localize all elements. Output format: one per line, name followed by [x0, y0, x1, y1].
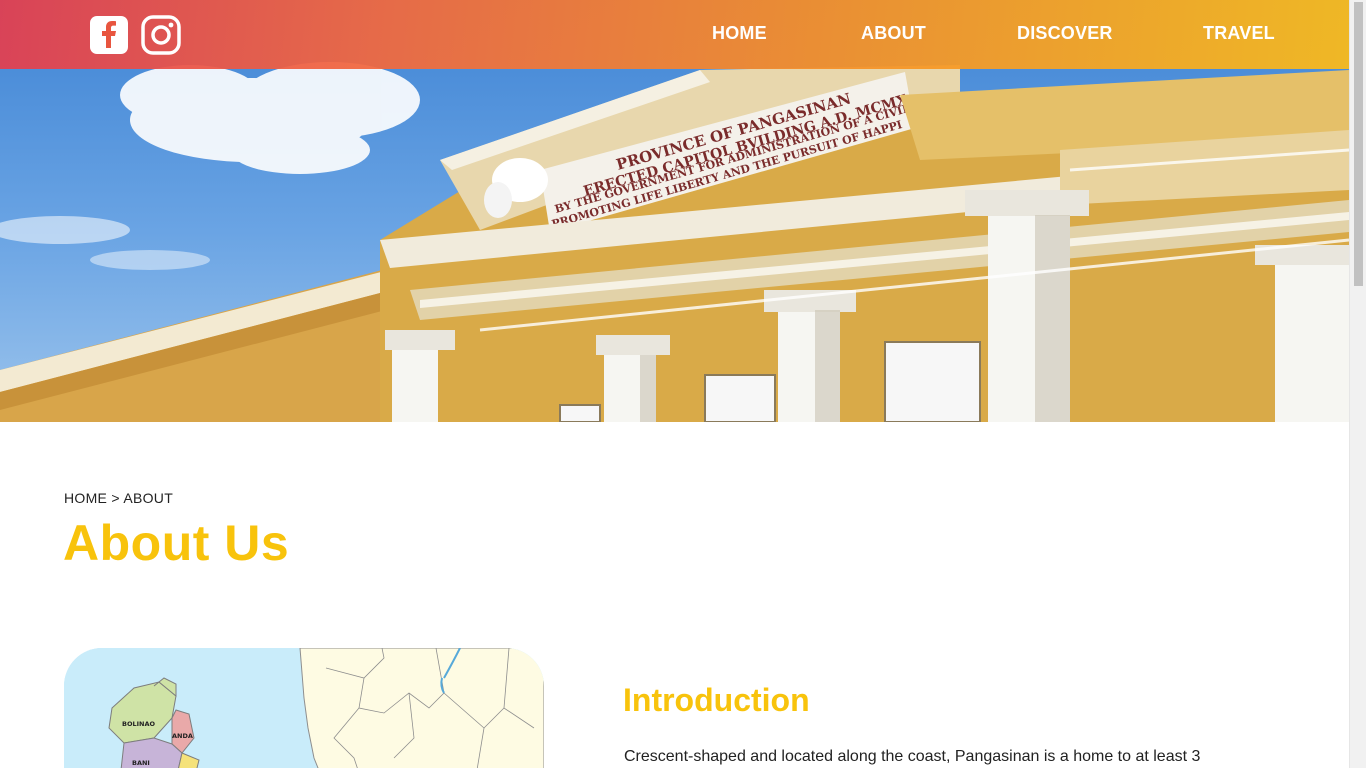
facebook-icon[interactable]: [90, 16, 128, 54]
introduction-text: Crescent-shaped and located along the co…: [624, 748, 1201, 765]
top-navbar: HOME ABOUT DISCOVER TRAVEL: [0, 0, 1349, 69]
breadcrumb-home[interactable]: HOME: [64, 490, 107, 506]
map-label-bani: BANI: [132, 759, 150, 767]
instagram-icon[interactable]: [141, 15, 181, 55]
breadcrumb: HOME > ABOUT: [64, 490, 173, 506]
page-title: About Us: [63, 515, 290, 571]
nav-travel[interactable]: TRAVEL: [1203, 23, 1275, 44]
nav-discover[interactable]: DISCOVER: [1017, 23, 1113, 44]
introduction-heading: Introduction: [623, 682, 810, 718]
breadcrumb-separator: >: [111, 490, 120, 506]
nav-home[interactable]: HOME: [712, 23, 767, 44]
page-scrollbar[interactable]: [1349, 0, 1366, 768]
scrollbar-thumb[interactable]: [1354, 2, 1363, 286]
map-label-bolinao: BOLINAO: [122, 720, 156, 728]
province-map-image: BOLINAO ANDA BANI: [64, 648, 544, 768]
breadcrumb-current: ABOUT: [123, 490, 174, 506]
nav-about[interactable]: ABOUT: [861, 23, 926, 44]
map-label-anda: ANDA: [172, 732, 193, 740]
